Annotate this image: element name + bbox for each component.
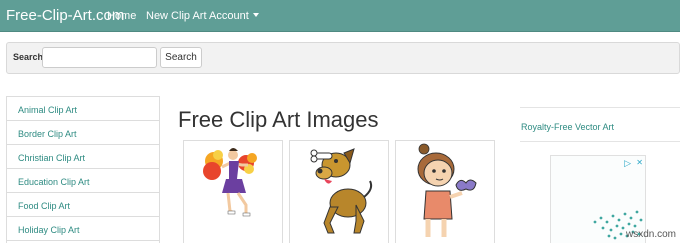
right-panel-divider-top [520, 107, 680, 108]
dog-with-bone-clipart [310, 148, 373, 234]
watermark-text: wsxdn.com [625, 229, 676, 240]
nav-home-link[interactable]: Home [107, 10, 136, 22]
sidebar-item-christian[interactable]: Christian Clip Art [7, 145, 159, 169]
close-icon[interactable]: ✕ [636, 158, 643, 167]
sidebar-item-food[interactable]: Food Clip Art [7, 193, 159, 217]
sidebar-item-border[interactable]: Border Clip Art [7, 121, 159, 145]
sidebar-item-animal[interactable]: Animal Clip Art [7, 97, 159, 121]
clipart-thumbnail-cheerleader[interactable] [183, 140, 283, 243]
clipart-thumbnail-girl[interactable] [395, 140, 495, 243]
right-panel-divider-bottom [520, 141, 680, 142]
search-button[interactable]: Search [160, 47, 202, 68]
search-bar: Search Search [6, 42, 680, 74]
sidebar-item-education[interactable]: Education Clip Art [7, 169, 159, 193]
cheerleader-clipart [203, 148, 257, 217]
caret-down-icon [252, 13, 259, 17]
royalty-free-vector-link[interactable]: Royalty-Free Vector Art [521, 122, 614, 132]
account-label: Account [209, 10, 249, 22]
search-label: Search [13, 52, 44, 62]
sidebar-item-holiday[interactable]: Holiday Clip Art [7, 217, 159, 241]
page-title: Free Clip Art Images [178, 107, 379, 132]
nav-new-clip-art-link[interactable]: New Clip Art [146, 10, 207, 22]
girl-with-butterfly-clipart [417, 143, 477, 237]
category-sidebar: Animal Clip Art Border Clip Art Christia… [6, 96, 160, 243]
search-input[interactable] [42, 47, 157, 68]
nav-account-dropdown[interactable]: Account [209, 10, 259, 22]
clipart-thumbnail-dog[interactable] [289, 140, 389, 243]
top-navbar: Free-Clip-Art.com Home New Clip Art Acco… [0, 0, 680, 32]
adchoices-icon[interactable]: ▷ [624, 158, 631, 169]
